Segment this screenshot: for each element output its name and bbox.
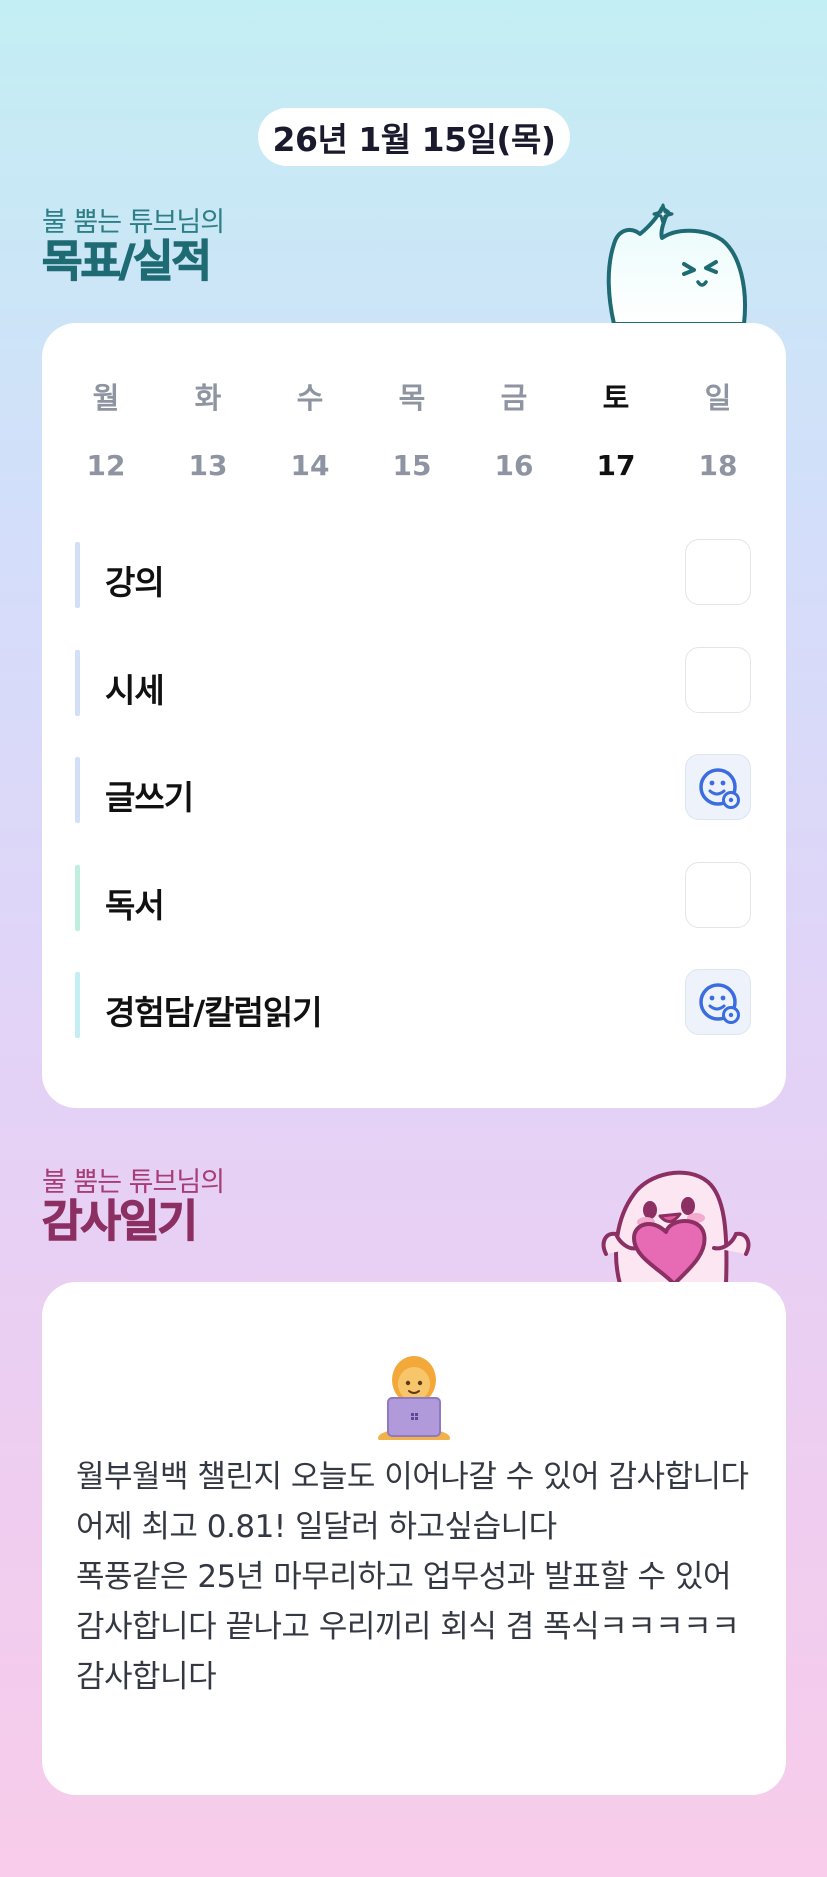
goal-color-bar bbox=[75, 542, 80, 608]
goals-subtitle: 불 뿜는 튜브님의 bbox=[42, 207, 225, 238]
smiley-check-icon bbox=[699, 768, 740, 809]
day-date: 18 bbox=[698, 449, 738, 482]
goal-row: 경험담/칼럼읽기 bbox=[75, 969, 755, 1038]
gratitude-card: 월부월백 챌린지 오늘도 이어나갈 수 있어 감사합니다 어제 최고 0.81!… bbox=[42, 1282, 786, 1795]
goal-color-bar bbox=[75, 972, 80, 1038]
goals-section-header: 불 뿜는 튜브님의 목표/실적 bbox=[41, 207, 225, 287]
date-display[interactable]: 26년 1월 15일(목) bbox=[258, 108, 570, 166]
goal-checkbox[interactable] bbox=[685, 754, 751, 820]
gratitude-subtitle: 불 뿜는 튜브님의 bbox=[42, 1167, 225, 1198]
day-date: 14 bbox=[290, 449, 330, 482]
goals-card: 월 12 화 13 수 14 목 15 금 16 토 17 일 18 강의 시세… bbox=[42, 323, 786, 1108]
day-name: 수 bbox=[296, 381, 324, 415]
ghost-heart-mascot-icon bbox=[596, 1158, 756, 1286]
ghost-mascot-icon bbox=[600, 198, 760, 326]
goal-row: 글쓰기 bbox=[75, 754, 755, 823]
day-date: 17 bbox=[596, 449, 636, 482]
day-name: 토 bbox=[602, 381, 630, 415]
day-name: 금 bbox=[500, 381, 528, 415]
goal-row: 독서 bbox=[75, 862, 755, 931]
goal-row: 시세 bbox=[75, 647, 755, 716]
goal-label: 경험담/칼럼읽기 bbox=[105, 993, 323, 1032]
day-name: 화 bbox=[194, 381, 222, 415]
day-date: 16 bbox=[494, 449, 534, 482]
goal-checkbox[interactable] bbox=[685, 647, 751, 713]
goal-label: 독서 bbox=[105, 886, 165, 925]
goal-label: 강의 bbox=[105, 563, 165, 602]
goals-title: 목표/실적 bbox=[41, 236, 212, 287]
week-selector: 월 12 화 13 수 14 목 15 금 16 토 17 일 18 bbox=[66, 323, 780, 483]
day-name: 목 bbox=[398, 381, 426, 415]
goal-checkbox[interactable] bbox=[685, 969, 751, 1035]
goal-label: 글쓰기 bbox=[105, 778, 194, 817]
gratitude-text: 월부월백 챌린지 오늘도 이어나갈 수 있어 감사합니다 어제 최고 0.81!… bbox=[76, 1459, 749, 1695]
day-name: 월 bbox=[92, 381, 120, 415]
goal-checkbox[interactable] bbox=[685, 539, 751, 605]
woman-technologist-icon bbox=[372, 1354, 456, 1448]
day-name: 일 bbox=[704, 381, 732, 415]
goal-checkbox[interactable] bbox=[685, 862, 751, 928]
smiley-check-icon bbox=[699, 983, 740, 1024]
day-date: 12 bbox=[86, 449, 126, 482]
gratitude-section-header: 불 뿜는 튜브님의 감사일기 bbox=[41, 1167, 225, 1247]
goal-color-bar bbox=[75, 865, 80, 931]
day-date: 15 bbox=[392, 449, 432, 482]
day-date: 13 bbox=[188, 449, 228, 482]
goal-color-bar bbox=[75, 650, 80, 716]
gratitude-title: 감사일기 bbox=[41, 1196, 198, 1247]
goal-label: 시세 bbox=[105, 671, 165, 710]
goal-row: 강의 bbox=[75, 539, 755, 608]
goal-color-bar bbox=[75, 757, 80, 823]
